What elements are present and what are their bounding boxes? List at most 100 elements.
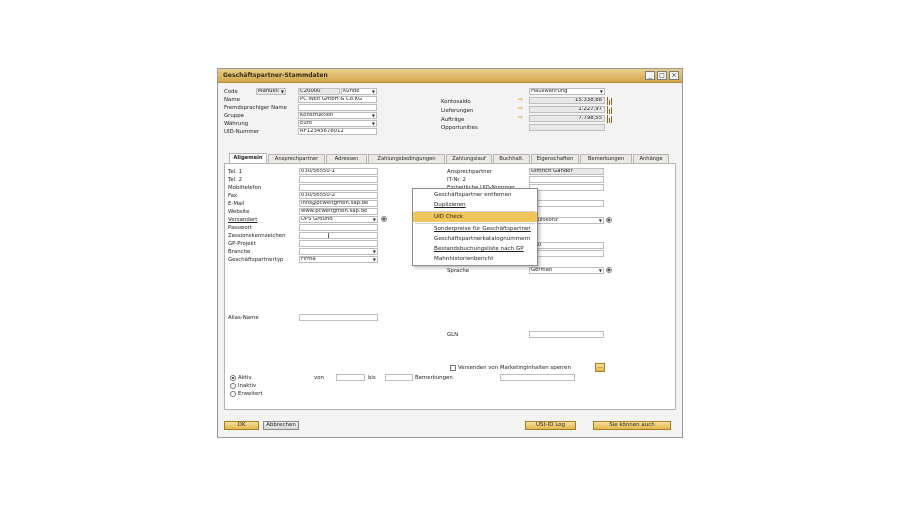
opportunities-label: Opportunities — [441, 125, 478, 131]
menu-item-duplicate[interactable]: Duplizieren — [413, 200, 537, 210]
name-label: Name — [224, 97, 240, 103]
it-number-field[interactable] — [529, 176, 604, 183]
you-can-also-button[interactable]: Sie können auch — [593, 421, 671, 430]
tab-allgemein[interactable]: Allgemein — [229, 153, 267, 163]
menu-item-remove-bp[interactable]: Geschäftspartner entfernen — [413, 190, 537, 200]
code-field[interactable]: C20000 — [298, 88, 340, 95]
fax-field[interactable]: 030/56550-2 — [299, 192, 378, 199]
currency-view-select[interactable]: Hauswährung — [529, 88, 605, 95]
tab-zahlungsbedingungen[interactable]: Zahlungsbedingungen — [368, 154, 445, 163]
alias-label: Alias-Name — [228, 315, 259, 321]
language-info-icon[interactable]: ● — [606, 267, 612, 273]
bp-project-field[interactable] — [299, 240, 378, 247]
inactive-radio[interactable] — [230, 383, 236, 389]
deliveries-link-arrow-icon[interactable]: ⇨ — [518, 105, 523, 112]
bp-type-select[interactable]: Firma — [299, 256, 378, 263]
gln-field[interactable] — [529, 331, 604, 338]
industry-label: Branche — [228, 249, 251, 255]
mobile-field[interactable] — [299, 184, 378, 191]
context-menu: Geschäftspartner entfernen Duplizieren U… — [412, 188, 538, 266]
gln-label: GLN — [447, 332, 459, 338]
menu-item-special-prices[interactable]: Sonderpreise für Geschäftspartner — [413, 224, 537, 234]
menu-item-catalog-numbers[interactable]: Geschäftspartnerkatalognummern — [413, 234, 537, 244]
active-radio[interactable] — [230, 375, 236, 381]
ust-id-log-button[interactable]: USt-ID Log — [525, 421, 576, 430]
from-date-field[interactable] — [336, 374, 365, 381]
menu-item-inventory-posting-list[interactable]: Bestandsbuchungsliste nach GP — [413, 244, 537, 254]
foreign-name-field[interactable] — [298, 104, 377, 111]
group-select[interactable]: Konstruktion — [298, 112, 377, 119]
buyer-select[interactable]: Kaufskonz — [529, 217, 604, 224]
right-field-4[interactable] — [529, 200, 604, 207]
language-select[interactable]: German — [529, 267, 604, 274]
tab-zahlungslauf[interactable]: Zahlungslauf — [446, 154, 492, 163]
inactive-label: Inaktiv — [238, 383, 257, 389]
cancel-button[interactable]: Abbrechen — [263, 421, 299, 430]
menu-item-dunning-history[interactable]: Mahnhistorienbericht — [413, 254, 537, 264]
tab-buchhaltung[interactable]: Buchhalt. — [493, 154, 530, 163]
advanced-radio[interactable] — [230, 391, 236, 397]
tel2-field[interactable] — [299, 176, 378, 183]
minimize-button[interactable]: _ — [645, 71, 655, 80]
email-field[interactable]: info@pcweltgmbh.sap.de — [299, 200, 378, 207]
deliveries-label: Lieferungen — [441, 108, 474, 114]
orders-label: Aufträge — [441, 117, 465, 123]
tab-ansprechpartner[interactable]: Ansprechpartner — [268, 154, 325, 163]
assignment-field[interactable] — [299, 232, 378, 239]
mobile-label: Mobiltelefon — [228, 185, 262, 191]
name-field[interactable]: PC Welt GmbH & Co.KG — [298, 96, 377, 103]
menu-item-uid-check[interactable]: UID Check — [413, 212, 537, 222]
password-field[interactable] — [299, 224, 378, 231]
remarks-field[interactable] — [500, 374, 575, 381]
tab-adressen[interactable]: Adressen — [326, 154, 367, 163]
industry-select[interactable] — [299, 248, 378, 255]
tel1-field[interactable]: 030/56550-1 — [299, 168, 378, 175]
tab-eigenschaften[interactable]: Eigenschaften — [531, 154, 579, 163]
buyer-info-icon[interactable]: ● — [606, 217, 612, 223]
vat-field[interactable]: RF12345678012 — [298, 128, 377, 135]
contact-label: Ansprechpartner — [447, 169, 493, 175]
close-button[interactable]: × — [669, 71, 679, 80]
marketing-label: Versenden von Marketinginhalten sperren — [458, 365, 571, 371]
ok-button[interactable]: OK — [224, 421, 259, 430]
password-label: Passwort — [228, 225, 252, 231]
code-label: Code — [224, 89, 238, 95]
maximize-button[interactable]: □ — [657, 71, 667, 80]
code-mode-select[interactable]: Manuell — [256, 88, 286, 95]
window-title: Geschäftspartner-Stammdaten — [223, 72, 328, 79]
alias-field[interactable] — [299, 314, 378, 321]
balance-link-arrow-icon[interactable]: ⇨ — [518, 96, 523, 103]
deliveries-chart-icon[interactable] — [607, 106, 613, 114]
orders-field: 7.798,55 — [529, 115, 605, 122]
marketing-more-button[interactable]: ... — [595, 363, 605, 372]
advanced-label: Erweitert — [238, 391, 263, 397]
window-titlebar[interactable]: Geschäftspartner-Stammdaten _ □ × — [218, 69, 682, 83]
right-field-number[interactable]: 000 — [529, 242, 604, 249]
bp-project-label: GP-Projekt — [228, 241, 256, 247]
shipping-info-icon[interactable]: ● — [381, 216, 387, 222]
balance-chart-icon[interactable] — [607, 97, 613, 105]
foreign-name-label: Fremdsprachiger Name — [224, 105, 287, 111]
website-label: Website — [228, 209, 250, 215]
unified-vat-field[interactable] — [529, 184, 604, 191]
from-label: von — [314, 375, 324, 381]
shipping-select[interactable]: UPS Ground — [299, 216, 378, 223]
to-label: bis — [368, 375, 376, 381]
tab-bemerkungen[interactable]: Bemerkungen — [580, 154, 632, 163]
to-date-field[interactable] — [385, 374, 413, 381]
currency-select[interactable]: Euro — [298, 120, 377, 127]
marketing-checkbox[interactable] — [450, 365, 456, 371]
tab-anhaenge[interactable]: Anhänge — [633, 154, 669, 163]
right-field-blank[interactable] — [529, 250, 604, 257]
orders-link-arrow-icon[interactable]: ⇨ — [518, 114, 523, 121]
orders-chart-icon[interactable] — [607, 115, 613, 123]
opportunities-field — [529, 124, 605, 131]
bp-type-label: Geschäftspartnertyp — [228, 257, 284, 263]
website-field[interactable]: www.pcweltgmbh.sap.de — [299, 208, 378, 215]
code-type-select[interactable]: Kunde — [341, 88, 377, 95]
shipping-label: Versandart — [228, 217, 258, 223]
contact-field[interactable]: Ulmrich Gander — [529, 168, 604, 175]
text-cursor — [328, 233, 329, 238]
active-label: Aktiv — [238, 375, 252, 381]
tel2-label: Tel. 2 — [228, 177, 243, 183]
